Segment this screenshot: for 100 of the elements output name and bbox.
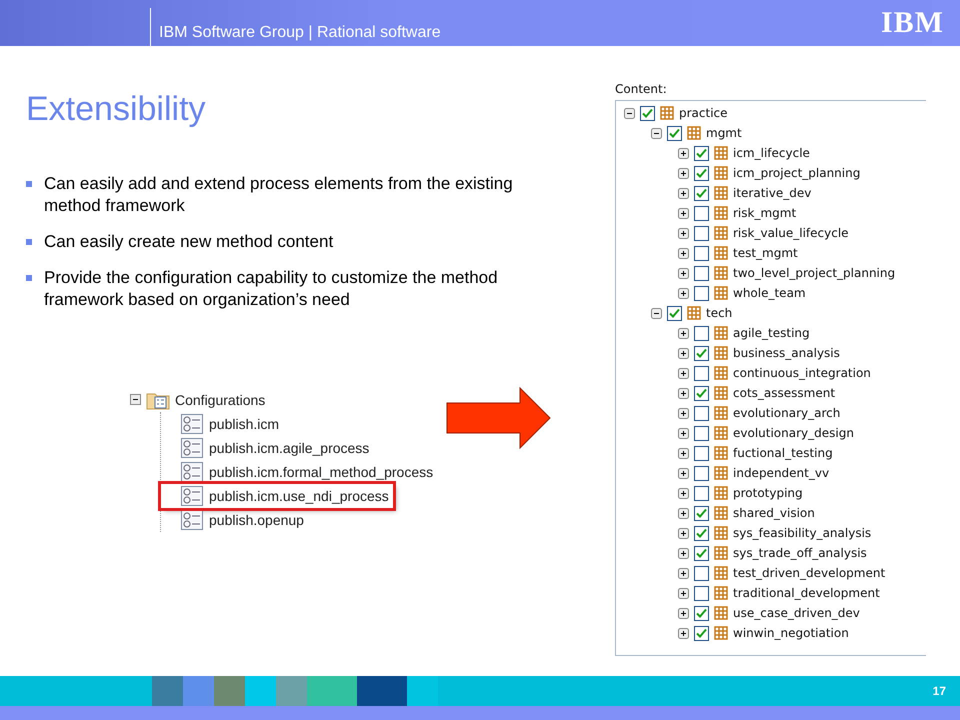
checkbox[interactable]: [694, 586, 709, 600]
package-icon: [714, 486, 728, 500]
expand-icon[interactable]: [678, 488, 689, 498]
package-icon: [714, 366, 728, 380]
package-icon: [714, 226, 728, 240]
package-icon: [714, 386, 728, 400]
expand-icon[interactable]: [678, 468, 689, 478]
expand-icon[interactable]: [678, 228, 689, 238]
checkbox[interactable]: [694, 466, 709, 480]
tree-item[interactable]: publish.icm: [209, 416, 280, 432]
tree-item[interactable]: sys_feasibility_analysis: [733, 526, 872, 540]
checkbox[interactable]: [667, 126, 682, 140]
checkbox[interactable]: [694, 366, 709, 380]
tree-item[interactable]: business_analysis: [733, 346, 840, 360]
tree-item[interactable]: practice: [679, 106, 728, 120]
tree-item[interactable]: publish.icm.use_ndi_process: [209, 488, 389, 504]
tree-item[interactable]: publish.openup: [209, 512, 304, 528]
expand-icon[interactable]: [678, 608, 689, 618]
expand-icon[interactable]: [678, 528, 689, 538]
expand-icon[interactable]: [678, 148, 689, 158]
tree-item[interactable]: publish.icm.formal_method_process: [209, 464, 434, 480]
expand-icon[interactable]: [678, 588, 689, 598]
checkbox[interactable]: [694, 266, 709, 280]
checkbox[interactable]: [694, 206, 709, 220]
tree-item[interactable]: test_driven_development: [733, 566, 886, 580]
checkbox[interactable]: [694, 326, 709, 340]
expand-icon[interactable]: [678, 368, 689, 378]
tree-item[interactable]: icm_lifecycle: [733, 146, 810, 160]
expand-icon[interactable]: [678, 288, 689, 298]
tree-item[interactable]: prototyping: [733, 486, 803, 500]
tree-item[interactable]: shared_vision: [733, 506, 815, 520]
tree-item[interactable]: fuctional_testing: [733, 446, 833, 460]
package-icon: [714, 166, 728, 180]
tree-item[interactable]: continuous_integration: [733, 366, 871, 380]
checkbox[interactable]: [640, 106, 655, 120]
checkbox[interactable]: [694, 486, 709, 500]
tree-item[interactable]: traditional_development: [733, 586, 880, 600]
checkbox[interactable]: [694, 226, 709, 240]
expand-icon[interactable]: [678, 568, 689, 578]
expand-icon[interactable]: [678, 208, 689, 218]
tree-item[interactable]: winwin_negotiation: [733, 626, 849, 640]
checkbox[interactable]: [694, 626, 709, 640]
tree-item[interactable]: icm_project_planning: [733, 166, 860, 180]
tree-item[interactable]: two_level_project_planning: [733, 266, 896, 280]
tree-item[interactable]: mgmt: [706, 126, 742, 140]
expand-icon[interactable]: [678, 428, 689, 438]
expand-icon[interactable]: [678, 188, 689, 198]
tree-item[interactable]: iterative_dev: [733, 186, 812, 200]
package-icon: [660, 106, 674, 120]
tree-item[interactable]: publish.icm.agile_process: [209, 440, 370, 456]
checkbox[interactable]: [694, 506, 709, 520]
tree-item[interactable]: risk_mgmt: [733, 206, 796, 220]
expand-icon[interactable]: [678, 328, 689, 338]
expand-icon[interactable]: [678, 408, 689, 418]
checkbox[interactable]: [694, 546, 709, 560]
expand-icon[interactable]: [678, 268, 689, 278]
tree-item[interactable]: use_case_driven_dev: [733, 606, 860, 620]
checkbox[interactable]: [694, 286, 709, 300]
tree-item[interactable]: Configurations: [175, 392, 266, 408]
expand-icon[interactable]: [678, 508, 689, 518]
checkbox[interactable]: [694, 146, 709, 160]
expand-icon[interactable]: [678, 548, 689, 558]
tree-item[interactable]: tech: [706, 306, 732, 320]
tree-item[interactable]: evolutionary_design: [733, 426, 854, 440]
tree-item[interactable]: risk_value_lifecycle: [733, 226, 849, 240]
expand-icon[interactable]: [678, 248, 689, 258]
checkbox[interactable]: [694, 386, 709, 400]
checkbox[interactable]: [694, 606, 709, 620]
collapse-icon[interactable]: [651, 128, 662, 138]
tree-item[interactable]: independent_vv: [733, 466, 830, 480]
tree-item[interactable]: whole_team: [733, 286, 806, 300]
tree-item[interactable]: evolutionary_arch: [733, 406, 840, 420]
checkbox[interactable]: [694, 246, 709, 260]
collapse-icon[interactable]: [651, 308, 662, 318]
package-icon: [714, 546, 728, 560]
tree-item[interactable]: agile_testing: [733, 326, 810, 340]
bullet-icon: [26, 239, 32, 245]
package-icon: [714, 206, 728, 220]
package-icon: [714, 326, 728, 340]
expand-icon[interactable]: [678, 348, 689, 358]
checkbox[interactable]: [694, 186, 709, 200]
checkbox[interactable]: [694, 566, 709, 580]
package-icon: [714, 186, 728, 200]
collapse-icon[interactable]: [624, 108, 635, 118]
checkbox[interactable]: [694, 526, 709, 540]
checkbox[interactable]: [694, 406, 709, 420]
checkbox[interactable]: [667, 306, 682, 320]
checkbox[interactable]: [694, 446, 709, 460]
tree-item[interactable]: test_mgmt: [733, 246, 798, 260]
expand-icon[interactable]: [678, 388, 689, 398]
collapse-icon[interactable]: [130, 394, 141, 405]
expand-icon[interactable]: [678, 168, 689, 178]
tree-item[interactable]: sys_trade_off_analysis: [733, 546, 867, 560]
package-icon: [714, 426, 728, 440]
expand-icon[interactable]: [678, 448, 689, 458]
checkbox[interactable]: [694, 166, 709, 180]
checkbox[interactable]: [694, 426, 709, 440]
checkbox[interactable]: [694, 346, 709, 360]
expand-icon[interactable]: [678, 628, 689, 638]
tree-item[interactable]: cots_assessment: [733, 386, 836, 400]
